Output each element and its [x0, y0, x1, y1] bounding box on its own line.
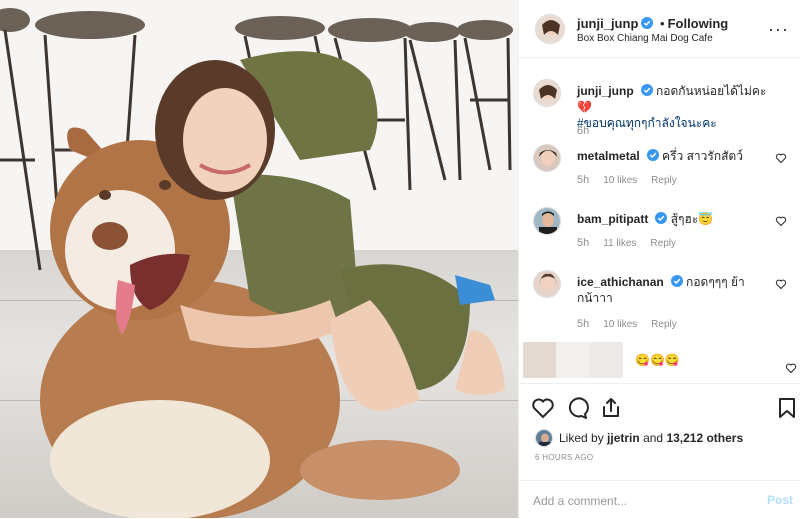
comment-item: metalmetal ครึ่ว สาวรักสัตว์ 5h 10 likes R… — [533, 144, 795, 194]
verified-icon — [655, 212, 668, 224]
bookmark-icon[interactable] — [775, 396, 799, 420]
caption-time[interactable]: 6h — [577, 125, 589, 137]
comment-time[interactable]: 5h — [577, 237, 589, 249]
post-side-panel: junji_junp • Following Box Box Chiang Mai… — [518, 0, 800, 518]
caption: junji_junp กอดกันหน่อยได้ไม่คะ 💔 #ขอบคุณ… — [533, 79, 795, 149]
caption-meta: 6h — [577, 125, 603, 137]
comment-time[interactable]: 5h — [577, 174, 589, 186]
pixelated-username — [523, 342, 623, 378]
comment-text: ice_athichanan กอดๆๆๆ ย้ากน้าาา — [577, 274, 767, 306]
comment-username[interactable]: metalmetal — [577, 149, 640, 163]
post-header: junji_junp • Following Box Box Chiang Mai… — [519, 0, 800, 58]
comment-item: bam_pitipatt สู้ๆฮะ😇 5h 11 likes Reply — [533, 207, 795, 257]
reply-button[interactable]: Reply — [650, 238, 676, 249]
comment-username[interactable]: ice_athichanan — [577, 275, 664, 289]
comment-text: bam_pitipatt สู้ๆฮะ😇 — [577, 211, 767, 227]
verified-icon — [646, 149, 659, 161]
likes-count[interactable]: 13,212 others — [666, 431, 743, 445]
verified-icon — [641, 17, 654, 29]
post-author-username[interactable]: junji_junp — [577, 16, 638, 31]
header-line: junji_junp • Following — [577, 16, 728, 31]
comment-username[interactable]: bam_pitipatt — [577, 212, 648, 226]
comment-text: metalmetal ครึ่ว สาวรักสัตว์ — [577, 148, 767, 164]
following-button[interactable]: Following — [668, 16, 729, 31]
post-photo[interactable] — [0, 0, 518, 518]
like-comment-heart-icon[interactable] — [775, 278, 787, 290]
comment-likes[interactable]: 11 likes — [603, 238, 636, 249]
caption-username[interactable]: junji_junp — [577, 84, 634, 98]
comment-meta: 5h 10 likes Reply — [577, 318, 691, 330]
comment-body: ครึ่ว สาวรักสัตว์ — [662, 149, 743, 163]
reply-button[interactable]: Reply — [651, 175, 677, 186]
comment-meta: 5h 10 likes Reply — [577, 174, 691, 186]
add-comment-input[interactable] — [533, 491, 753, 511]
like-heart-icon[interactable] — [531, 396, 555, 420]
post-actions: Liked by jjetrin and 13,212 others 6 HOU… — [519, 383, 800, 518]
caption-text: junji_junp กอดกันหน่อยได้ไม่คะ 💔 #ขอบคุณ… — [577, 83, 767, 131]
post-comment-button[interactable]: Post — [767, 493, 793, 507]
avatar[interactable] — [533, 270, 561, 298]
verified-icon — [640, 84, 653, 96]
comment-body: 😋😋😋 — [635, 353, 680, 367]
liked-by-conj: and — [643, 431, 664, 445]
reply-button[interactable]: Reply — [651, 319, 677, 330]
comment-text: 😋😋😋 — [635, 352, 800, 368]
liked-by-user[interactable]: jjetrin — [607, 431, 640, 445]
post-timestamp[interactable]: 6 HOURS AGO — [535, 453, 593, 462]
avatar[interactable] — [535, 14, 565, 44]
separator-dot: • — [660, 16, 665, 31]
photo-illustration — [0, 8, 513, 518]
comment-likes[interactable]: 10 likes — [603, 175, 637, 186]
verified-icon — [670, 275, 683, 287]
avatar[interactable] — [535, 429, 553, 447]
add-comment-bar: Post — [519, 480, 800, 519]
share-icon[interactable] — [599, 396, 623, 420]
like-comment-heart-icon[interactable] — [785, 362, 797, 374]
comment-item: ice_athichanan กอดๆๆๆ ย้ากน้าาา 5h 10 lik… — [533, 270, 795, 332]
avatar[interactable] — [533, 207, 561, 235]
avatar[interactable] — [533, 79, 561, 107]
comment-icon[interactable] — [565, 396, 589, 420]
avatar[interactable] — [533, 144, 561, 172]
like-comment-heart-icon[interactable] — [775, 215, 787, 227]
liked-by-prefix: Liked by — [559, 431, 604, 445]
like-comment-heart-icon[interactable] — [775, 152, 787, 164]
comment-time[interactable]: 5h — [577, 318, 589, 330]
comment-meta: 5h 11 likes Reply — [577, 237, 690, 249]
comments-list[interactable]: junji_junp กอดกันหน่อยได้ไม่คะ 💔 #ขอบคุณ… — [519, 59, 800, 382]
instagram-post: junji_junp • Following Box Box Chiang Mai… — [0, 0, 800, 518]
comment-body: สู้ๆฮะ😇 — [670, 212, 714, 226]
liked-by: Liked by jjetrin and 13,212 others — [535, 428, 743, 448]
comment-likes[interactable]: 10 likes — [603, 319, 637, 330]
more-horizontal-icon[interactable]: ··· — [768, 20, 789, 38]
comment-item: 😋😋😋 — [523, 342, 797, 382]
location-link[interactable]: Box Box Chiang Mai Dog Cafe — [577, 33, 713, 44]
